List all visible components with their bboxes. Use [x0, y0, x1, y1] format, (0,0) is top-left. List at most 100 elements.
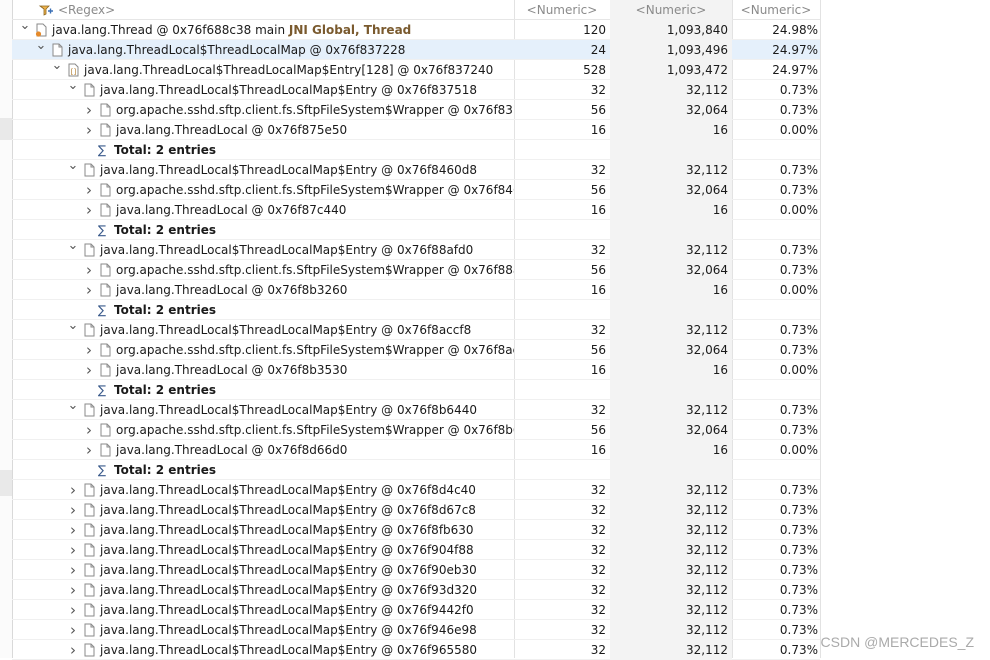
chevron-right-icon[interactable]: › — [82, 100, 96, 120]
tree-row[interactable]: › org.apache.sshd.sftp.client.fs.SftpFile… — [12, 180, 820, 200]
chevron-right-icon[interactable]: › — [66, 620, 80, 640]
tree-row[interactable]: ⌄ java.lang.ThreadLocal$ThreadLocalMap @ … — [12, 40, 820, 60]
chevron-down-icon[interactable]: ⌄ — [66, 80, 80, 100]
object-name-cell[interactable]: › org.apache.sshd.sftp.client.fs.SftpFile… — [12, 100, 514, 120]
tree-row[interactable]: › org.apache.sshd.sftp.client.fs.SftpFile… — [12, 420, 820, 440]
tree-row[interactable]: › java.lang.ThreadLocal$ThreadLocalMap$En… — [12, 560, 820, 580]
object-name-label: java.lang.ThreadLocal$ThreadLocalMap$Ent… — [100, 83, 477, 97]
percentage-cell — [732, 460, 820, 480]
tree-row[interactable]: › java.lang.ThreadLocal$ThreadLocalMap$En… — [12, 480, 820, 500]
name-filter-cell[interactable]: <Regex> — [12, 0, 514, 20]
tree-row[interactable]: ⌄ java.lang.ThreadLocal$ThreadLocalMap$En… — [12, 320, 820, 340]
chevron-right-icon[interactable]: › — [82, 280, 96, 300]
tree-row[interactable]: › java.lang.ThreadLocal @ 0x76f8d66d0 16 16… — [12, 440, 820, 460]
object-name-cell[interactable]: ⌄ java.lang.ThreadLocal$ThreadLocalMap$En… — [12, 160, 514, 180]
object-name-cell[interactable]: › java.lang.ThreadLocal$ThreadLocalMap$En… — [12, 580, 514, 600]
object-name-cell[interactable]: › org.apache.sshd.sftp.client.fs.SftpFile… — [12, 340, 514, 360]
tree-row[interactable]: ⌄ java.lang.ThreadLocal$ThreadLocalMap$En… — [12, 400, 820, 420]
object-name-cell[interactable]: › java.lang.ThreadLocal @ 0x76f8b3530 — [12, 360, 514, 380]
total-row[interactable]: ∑ Total: 2 entries — [12, 460, 820, 480]
tree-row[interactable]: › java.lang.ThreadLocal$ThreadLocalMap$En… — [12, 540, 820, 560]
tree-row[interactable]: › java.lang.ThreadLocal @ 0x76f87c440 16 16… — [12, 200, 820, 220]
object-name-cell[interactable]: ⌄ java.lang.ThreadLocal$ThreadLocalMap @ … — [12, 40, 514, 60]
chevron-right-icon[interactable]: › — [82, 120, 96, 140]
tree-row[interactable]: ⌄ java.lang.ThreadLocal$ThreadLocalMap$En… — [12, 240, 820, 260]
object-name-cell[interactable]: › java.lang.ThreadLocal$ThreadLocalMap$En… — [12, 600, 514, 620]
chevron-right-icon[interactable]: › — [66, 540, 80, 560]
chevron-down-icon[interactable]: ⌄ — [66, 400, 80, 420]
tree-row[interactable]: ⌄ java.lang.Thread @ 0x76f688c38 main JNI… — [12, 20, 820, 40]
object-name-cell[interactable]: ∑ Total: 2 entries — [12, 460, 514, 480]
object-name-cell[interactable]: › java.lang.ThreadLocal$ThreadLocalMap$En… — [12, 480, 514, 500]
object-name-cell[interactable]: ⌄ java.lang.Thread @ 0x76f688c38 main JNI… — [12, 20, 514, 40]
chevron-down-icon[interactable]: ⌄ — [66, 320, 80, 340]
chevron-down-icon[interactable]: ⌄ — [34, 40, 48, 60]
retained-heap-filter[interactable]: <Numeric> — [610, 0, 732, 20]
chevron-right-icon[interactable]: › — [66, 640, 80, 660]
object-name-cell[interactable]: ∑ Total: 2 entries — [12, 220, 514, 240]
object-name-cell[interactable]: › java.lang.ThreadLocal @ 0x76f8d66d0 — [12, 440, 514, 460]
chevron-down-icon[interactable]: ⌄ — [66, 160, 80, 180]
tree-row[interactable]: › java.lang.ThreadLocal$ThreadLocalMap$En… — [12, 520, 820, 540]
tree-row[interactable]: › java.lang.ThreadLocal$ThreadLocalMap$En… — [12, 620, 820, 640]
total-row[interactable]: ∑ Total: 2 entries — [12, 140, 820, 160]
tree-row[interactable]: › java.lang.ThreadLocal @ 0x76f8b3530 16 16… — [12, 360, 820, 380]
total-row[interactable]: ∑ Total: 2 entries — [12, 300, 820, 320]
object-name-cell[interactable]: ⌄ java.lang.ThreadLocal$ThreadLocalMap$En… — [12, 320, 514, 340]
object-name-cell[interactable]: ⌄ java.lang.ThreadLocal$ThreadLocalMap$En… — [12, 240, 514, 260]
chevron-right-icon[interactable]: › — [82, 200, 96, 220]
tree-row[interactable]: › java.lang.ThreadLocal$ThreadLocalMap$En… — [12, 600, 820, 620]
object-name-cell[interactable]: ∑ Total: 2 entries — [12, 380, 514, 400]
chevron-right-icon[interactable]: › — [66, 520, 80, 540]
chevron-right-icon[interactable]: › — [66, 580, 80, 600]
object-name-cell[interactable]: › java.lang.ThreadLocal @ 0x76f8b3260 — [12, 280, 514, 300]
tree-row[interactable]: › java.lang.ThreadLocal @ 0x76f875e50 16 16… — [12, 120, 820, 140]
chevron-right-icon[interactable]: › — [66, 500, 80, 520]
object-name-cell[interactable]: › org.apache.sshd.sftp.client.fs.SftpFile… — [12, 260, 514, 280]
object-name-cell[interactable]: › org.apache.sshd.sftp.client.fs.SftpFile… — [12, 180, 514, 200]
chevron-right-icon[interactable]: › — [66, 560, 80, 580]
object-name-label: java.lang.ThreadLocal$ThreadLocalMap$Ent… — [100, 403, 477, 417]
tree-row[interactable]: ⌄ java.lang.ThreadLocal$ThreadLocalMap$En… — [12, 80, 820, 100]
object-name-cell[interactable]: › org.apache.sshd.sftp.client.fs.SftpFile… — [12, 420, 514, 440]
object-name-cell[interactable]: › java.lang.ThreadLocal @ 0x76f87c440 — [12, 200, 514, 220]
chevron-right-icon[interactable]: › — [82, 260, 96, 280]
chevron-right-icon[interactable]: › — [66, 480, 80, 500]
tree-row[interactable]: › java.lang.ThreadLocal$ThreadLocalMap$En… — [12, 580, 820, 600]
chevron-right-icon[interactable]: › — [82, 420, 96, 440]
object-name-cell[interactable]: › java.lang.ThreadLocal$ThreadLocalMap$En… — [12, 560, 514, 580]
tree-row[interactable]: › java.lang.ThreadLocal$ThreadLocalMap$En… — [12, 640, 820, 660]
chevron-right-icon[interactable]: › — [66, 600, 80, 620]
percentage-cell: 0.00% — [779, 363, 818, 377]
object-name-cell[interactable]: › java.lang.ThreadLocal @ 0x76f875e50 — [12, 120, 514, 140]
chevron-right-icon[interactable]: › — [82, 440, 96, 460]
tree-row[interactable]: › org.apache.sshd.sftp.client.fs.SftpFile… — [12, 260, 820, 280]
object-name-cell[interactable]: ⌄ java.lang.ThreadLocal$ThreadLocalMap$En… — [12, 80, 514, 100]
object-name-cell[interactable]: › java.lang.ThreadLocal$ThreadLocalMap$En… — [12, 640, 514, 660]
object-name-cell[interactable]: › java.lang.ThreadLocal$ThreadLocalMap$En… — [12, 540, 514, 560]
chevron-down-icon[interactable]: ⌄ — [18, 20, 32, 40]
total-row[interactable]: ∑ Total: 2 entries — [12, 380, 820, 400]
column-divider[interactable] — [820, 0, 821, 658]
percentage-filter[interactable]: <Numeric> — [732, 0, 820, 20]
object-name-cell[interactable]: ∑ Total: 2 entries — [12, 300, 514, 320]
object-name-cell[interactable]: › java.lang.ThreadLocal$ThreadLocalMap$En… — [12, 620, 514, 640]
chevron-right-icon[interactable]: › — [82, 340, 96, 360]
tree-row[interactable]: › java.lang.ThreadLocal @ 0x76f8b3260 16 16… — [12, 280, 820, 300]
total-row[interactable]: ∑ Total: 2 entries — [12, 220, 820, 240]
object-name-cell[interactable]: › java.lang.ThreadLocal$ThreadLocalMap$En… — [12, 520, 514, 540]
tree-row[interactable]: ⌄ java.lang.ThreadLocal$ThreadLocalMap$En… — [12, 160, 820, 180]
object-name-cell[interactable]: ∑ Total: 2 entries — [12, 140, 514, 160]
chevron-down-icon[interactable]: ⌄ — [66, 240, 80, 260]
object-name-cell[interactable]: › java.lang.ThreadLocal$ThreadLocalMap$En… — [12, 500, 514, 520]
tree-row[interactable]: › org.apache.sshd.sftp.client.fs.SftpFile… — [12, 100, 820, 120]
object-name-cell[interactable]: ⌄ java.lang.ThreadLocal$ThreadLocalMap$En… — [12, 400, 514, 420]
shallow-heap-filter[interactable]: <Numeric> — [514, 0, 610, 20]
object-name-cell[interactable]: ⌄ [] java.lang.ThreadLocal$ThreadLocalMap$… — [12, 60, 514, 80]
tree-row[interactable]: › org.apache.sshd.sftp.client.fs.SftpFile… — [12, 340, 820, 360]
chevron-down-icon[interactable]: ⌄ — [50, 60, 64, 80]
chevron-right-icon[interactable]: › — [82, 180, 96, 200]
tree-row[interactable]: › java.lang.ThreadLocal$ThreadLocalMap$En… — [12, 500, 820, 520]
chevron-right-icon[interactable]: › — [82, 360, 96, 380]
tree-row[interactable]: ⌄ [] java.lang.ThreadLocal$ThreadLocalMap$… — [12, 60, 820, 80]
